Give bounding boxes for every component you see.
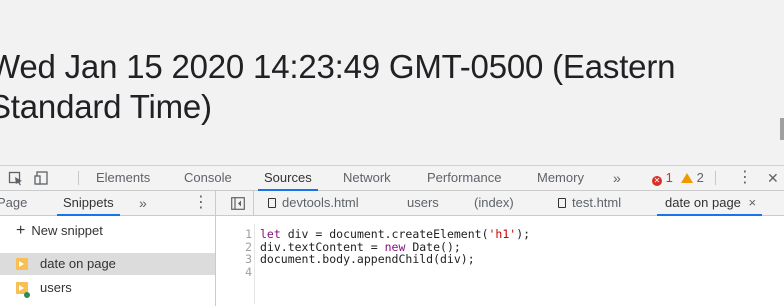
devtools-toolbar: Elements Console Sources Network Perform… — [0, 166, 784, 191]
new-snippet-label: New snippet — [31, 223, 103, 238]
file-tab-devtools-html[interactable]: devtools.html — [268, 191, 359, 215]
snippets-navigator: + New snippet date on page users — [0, 216, 215, 306]
inspect-element-icon[interactable] — [8, 166, 24, 190]
code-token: document.body.appendChild(div); — [260, 252, 475, 266]
kebab-menu-icon[interactable]: ⋮ — [737, 166, 753, 190]
snippet-item-date-on-page[interactable]: date on page — [0, 253, 215, 275]
code-line[interactable]: document.body.appendChild(div); — [260, 253, 530, 266]
file-tab-users[interactable]: users — [407, 191, 439, 215]
line-number: 3 — [245, 252, 252, 266]
snippet-label: date on page — [40, 256, 116, 271]
tab-console[interactable]: Console — [184, 166, 232, 190]
code-editor[interactable]: 1234 let div = document.createElement('h… — [216, 216, 784, 306]
plus-icon: + — [16, 222, 26, 239]
file-icon — [558, 198, 566, 208]
toggle-navigator-icon[interactable] — [231, 197, 245, 215]
gutter-divider — [254, 224, 255, 304]
snippet-item-users[interactable]: users — [0, 277, 215, 299]
tab-sources[interactable]: Sources — [258, 166, 318, 191]
new-snippet-button[interactable]: + New snippet — [16, 220, 103, 242]
file-tab-label: test.html — [572, 195, 622, 210]
close-icon[interactable]: ✕ — [767, 166, 779, 190]
error-icon: ✕ — [652, 176, 662, 186]
close-tab-icon[interactable]: × — [749, 195, 757, 210]
line-number: 1 — [245, 227, 252, 241]
device-toolbar-icon[interactable] — [34, 166, 50, 190]
warning-count: 2 — [696, 170, 704, 185]
file-tab-date-on-page[interactable]: date on page × — [656, 191, 763, 216]
tab-memory[interactable]: Memory — [537, 166, 584, 190]
tab-performance[interactable]: Performance — [427, 166, 501, 190]
error-counter[interactable]: ✕ 1 — [652, 166, 673, 190]
warning-counter[interactable]: 2 — [681, 166, 704, 190]
error-count: 1 — [665, 170, 673, 185]
file-tab-test-html[interactable]: test.html — [558, 191, 621, 215]
running-indicator-icon — [24, 292, 30, 298]
devtools-panel: Elements Console Sources Network Perform… — [0, 165, 784, 306]
toolbar-divider — [715, 171, 716, 185]
warning-icon — [681, 173, 693, 183]
page-scrollbar[interactable] — [780, 118, 784, 140]
page-viewport: Wed Jan 15 2020 14:23:49 GMT-0500 (Easte… — [0, 0, 784, 165]
date-heading: Wed Jan 15 2020 14:23:49 GMT-0500 (Easte… — [0, 48, 676, 125]
tab-network[interactable]: Network — [343, 166, 391, 190]
file-tab-label: devtools.html — [282, 195, 359, 210]
snippet-file-icon — [16, 258, 28, 270]
navigator-menu-icon[interactable]: ⋮ — [193, 191, 209, 215]
tab-elements[interactable]: Elements — [96, 166, 150, 190]
file-tab-index[interactable]: (index) — [474, 191, 514, 215]
nav-tab-snippets[interactable]: Snippets — [57, 191, 120, 216]
subbar-divider — [253, 191, 254, 215]
navigator-tabs: Page Snippets » ⋮ — [0, 191, 215, 216]
line-number-gutter: 1234 — [216, 228, 252, 278]
snippet-label: users — [40, 280, 72, 295]
navigator-more-button[interactable]: » — [139, 191, 147, 215]
code-token: 'h1' — [488, 227, 517, 241]
more-tabs-button[interactable]: » — [613, 166, 621, 190]
file-tab-label: date on page — [665, 195, 741, 210]
file-icon — [268, 198, 276, 208]
line-number: 4 — [245, 264, 252, 279]
nav-tab-page[interactable]: Page — [0, 191, 27, 215]
code-content[interactable]: let div = document.createElement('h1'); d… — [260, 228, 530, 278]
code-line[interactable] — [260, 266, 530, 279]
toolbar-divider — [78, 171, 79, 185]
code-token: ); — [516, 227, 531, 241]
